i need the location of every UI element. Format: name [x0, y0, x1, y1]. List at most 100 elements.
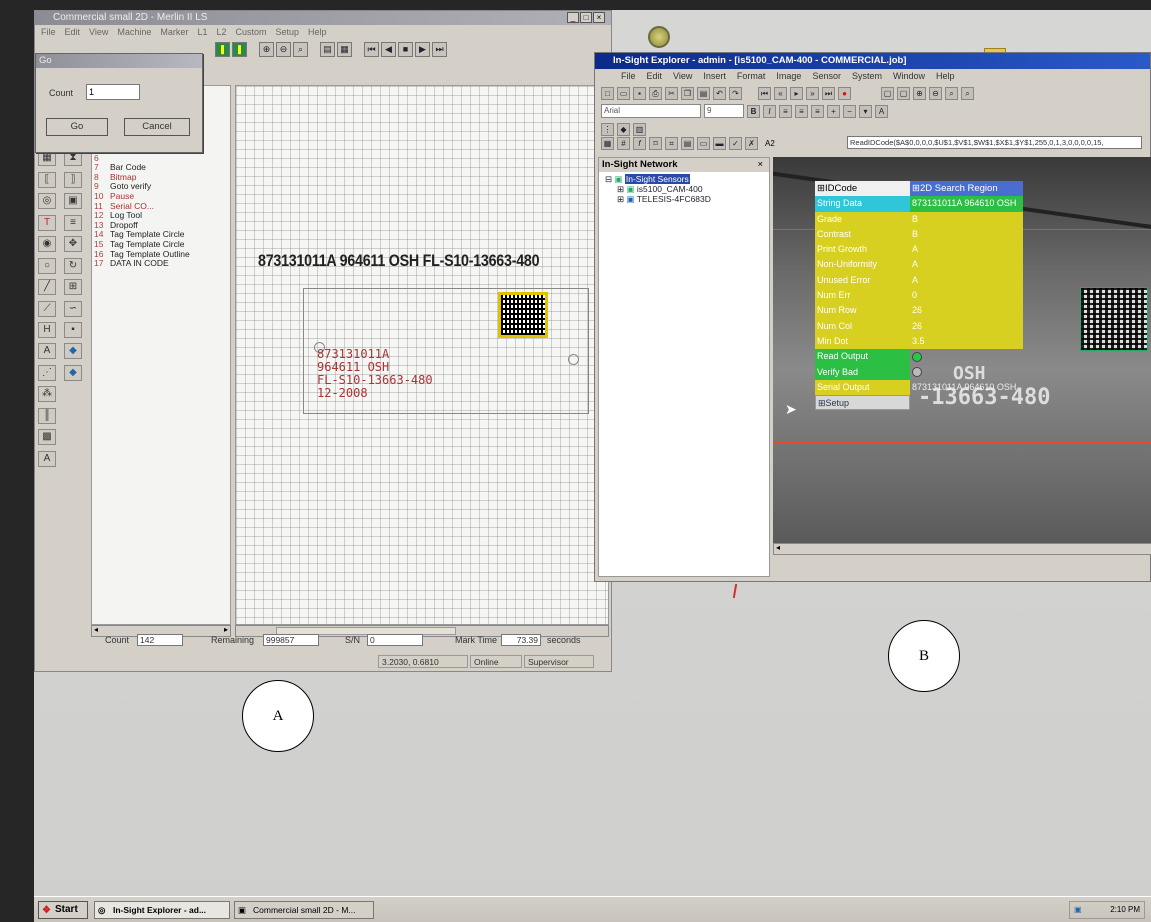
b-menu-help[interactable]: Help — [936, 69, 955, 84]
a-menu-l1[interactable]: L1 — [197, 25, 207, 39]
a-menu-marker[interactable]: Marker — [160, 25, 188, 39]
zoom-100-icon[interactable]: ⌕ — [961, 86, 974, 100]
a-menu-custom[interactable]: Custom — [235, 25, 266, 39]
tool-letter-icon[interactable]: A — [38, 450, 56, 467]
a-menu-machine[interactable]: Machine — [117, 25, 151, 39]
b-menu-system[interactable]: System — [852, 69, 882, 84]
new-icon[interactable]: □ — [601, 86, 614, 100]
tool-line-icon[interactable]: ╱ — [38, 279, 56, 296]
tool-rotate-icon[interactable]: ↻ — [64, 257, 82, 274]
go-dialog[interactable]: Go Count Go Cancel — [35, 53, 203, 153]
cancel-x-icon[interactable]: ✗ — [745, 136, 758, 150]
result-row[interactable]: Contrast B — [815, 226, 1023, 243]
a-menu-view[interactable]: View — [89, 25, 108, 39]
redo-icon[interactable]: ↷ — [729, 86, 742, 100]
a-menu-l2[interactable]: L2 — [216, 25, 226, 39]
tool-barcode-icon[interactable]: ║ — [38, 407, 56, 424]
decimal-dec-icon[interactable]: − — [843, 104, 856, 118]
print-icon[interactable]: ⎙ — [649, 86, 662, 100]
align-center-icon[interactable]: ≡ — [795, 104, 808, 118]
forward-icon[interactable]: » — [806, 86, 819, 100]
b-menu-view[interactable]: View — [673, 69, 692, 84]
last-frame-icon[interactable]: ⏭ — [822, 86, 835, 100]
formula-bar[interactable]: ReadIDCode($A$0,0,0,0,$U$1,$V$1,$W$1,$X$… — [847, 136, 1142, 149]
properties-icon[interactable]: ▦ — [337, 41, 352, 57]
table-icon[interactable]: ▤ — [681, 136, 694, 150]
b-menu-file[interactable]: File — [621, 69, 636, 84]
zoom-in-icon[interactable]: ⊕ — [259, 41, 274, 57]
tool-bracket2-icon[interactable]: ⟧ — [64, 171, 82, 188]
zoom-out-b-icon[interactable]: ⊖ — [929, 86, 942, 100]
result-row[interactable]: Print Growth A — [815, 242, 1023, 258]
result-row[interactable]: Num Row 26 — [815, 303, 1023, 319]
idcode-header[interactable]: ⊞IDCode — [815, 181, 910, 197]
tool-diamond2-icon[interactable]: ◆ — [64, 364, 82, 381]
task-insight-explorer[interactable]: ◎ In-Sight Explorer - ad... — [94, 901, 230, 919]
tool-curve-icon[interactable]: ∽ — [64, 300, 82, 317]
result-row[interactable]: Grade B — [815, 211, 1023, 227]
camera-icon[interactable]: ▬ — [713, 136, 726, 150]
zoom-in-b-icon[interactable]: ⊕ — [913, 86, 926, 100]
tool-font-icon[interactable]: A — [38, 343, 56, 360]
tool-datamatrix-icon[interactable]: ▩ — [38, 429, 56, 446]
a-menu-setup[interactable]: Setup — [275, 25, 299, 39]
tree-item-camera[interactable]: ⊞ ▣ is5100_CAM-400 — [605, 184, 769, 194]
b-menu-image[interactable]: Image — [776, 69, 801, 84]
zoom-out-icon[interactable]: ⊖ — [276, 41, 291, 57]
b-menu-format[interactable]: Format — [737, 69, 766, 84]
laser-off-icon[interactable]: ❚ — [232, 41, 247, 57]
copy-icon[interactable]: ❐ — [681, 86, 694, 100]
check-icon[interactable]: ✓ — [729, 136, 742, 150]
tool-text-icon[interactable]: T — [38, 214, 56, 231]
close-button[interactable]: × — [593, 12, 605, 23]
task-commercial[interactable]: ▣ Commercial small 2D - M... — [234, 901, 374, 919]
network-tray-icon[interactable]: ▣ — [1074, 902, 1082, 918]
previous-icon[interactable]: ◀ — [381, 41, 396, 57]
grid-icon[interactable]: ▤ — [320, 41, 335, 57]
result-row[interactable]: Read Output — [815, 349, 1023, 365]
maximize-button[interactable]: □ — [580, 12, 592, 23]
merlin-title-bar[interactable]: Commercial small 2D - Merlin II LS _ □ × — [35, 11, 611, 25]
last-icon[interactable]: ⏭ — [432, 41, 447, 57]
frame2-icon[interactable]: ▢ — [897, 86, 910, 100]
camera-image-view[interactable]: OSH -13663-480 ⊞IDCode ⊞2D Search Region… — [773, 157, 1151, 543]
cancel-button[interactable]: Cancel — [124, 118, 190, 136]
go-button[interactable]: Go — [46, 118, 108, 136]
align-right-icon[interactable]: ≡ — [811, 104, 824, 118]
go-dialog-title[interactable]: Go — [36, 54, 202, 68]
idcode-results-table[interactable]: ⊞IDCode ⊞2D Search Region String Data 873… — [815, 181, 1023, 411]
play-icon[interactable]: ▸ — [790, 86, 803, 100]
result-row[interactable]: String Data 873131011A 964610 OSH — [815, 196, 1023, 212]
align-left-icon[interactable]: ≡ — [779, 104, 792, 118]
tool-align-icon[interactable]: ⊞ — [64, 279, 82, 296]
rewind-icon[interactable]: « — [774, 86, 787, 100]
function-icon[interactable]: f — [633, 136, 646, 150]
list-item[interactable]: 17 DATA IN CODE — [92, 259, 230, 269]
grid-b-icon[interactable]: # — [617, 136, 630, 150]
tool-eye-icon[interactable]: ◉ — [38, 236, 56, 253]
image-scroll-left-icon[interactable]: ◂ — [776, 543, 780, 552]
bracket-icon[interactable]: ⌗ — [665, 136, 678, 150]
font-color-icon[interactable]: A — [875, 104, 888, 118]
b-menu-edit[interactable]: Edit — [647, 69, 663, 84]
tool-target-icon[interactable]: ◎ — [38, 193, 56, 210]
a-menu-edit[interactable]: Edit — [65, 25, 81, 39]
tree-item-telesis[interactable]: ⊞ ▣ TELESIS-4FC683D — [605, 194, 769, 204]
tool-list-icon[interactable]: ≡ — [64, 214, 82, 231]
next-icon[interactable]: ▶ — [415, 41, 430, 57]
font-select[interactable]: Arial — [601, 104, 701, 118]
b-menu-window[interactable]: Window — [893, 69, 925, 84]
tag-circle-right[interactable] — [568, 354, 579, 365]
result-row[interactable]: Non-Uniformity A — [815, 257, 1023, 273]
insight-explorer-window[interactable]: In-Sight Explorer - admin - [is5100_CAM-… — [594, 52, 1151, 582]
network-desktop-icon[interactable] — [648, 26, 670, 48]
search-region-header[interactable]: ⊞2D Search Region — [910, 181, 1023, 197]
first-frame-icon[interactable]: ⏮ — [758, 86, 771, 100]
result-row[interactable]: Unused Error A — [815, 272, 1023, 289]
count-input[interactable] — [86, 84, 140, 100]
tool-signal-icon[interactable]: ⋰ — [38, 364, 56, 381]
zoom-fit-icon[interactable]: ⌕ — [293, 41, 308, 57]
font-size-select[interactable]: 9 — [704, 104, 744, 118]
region-icon[interactable]: ⌑ — [649, 136, 662, 150]
tree-root[interactable]: ⊟ ▣ In-Sight Sensors — [605, 174, 769, 184]
